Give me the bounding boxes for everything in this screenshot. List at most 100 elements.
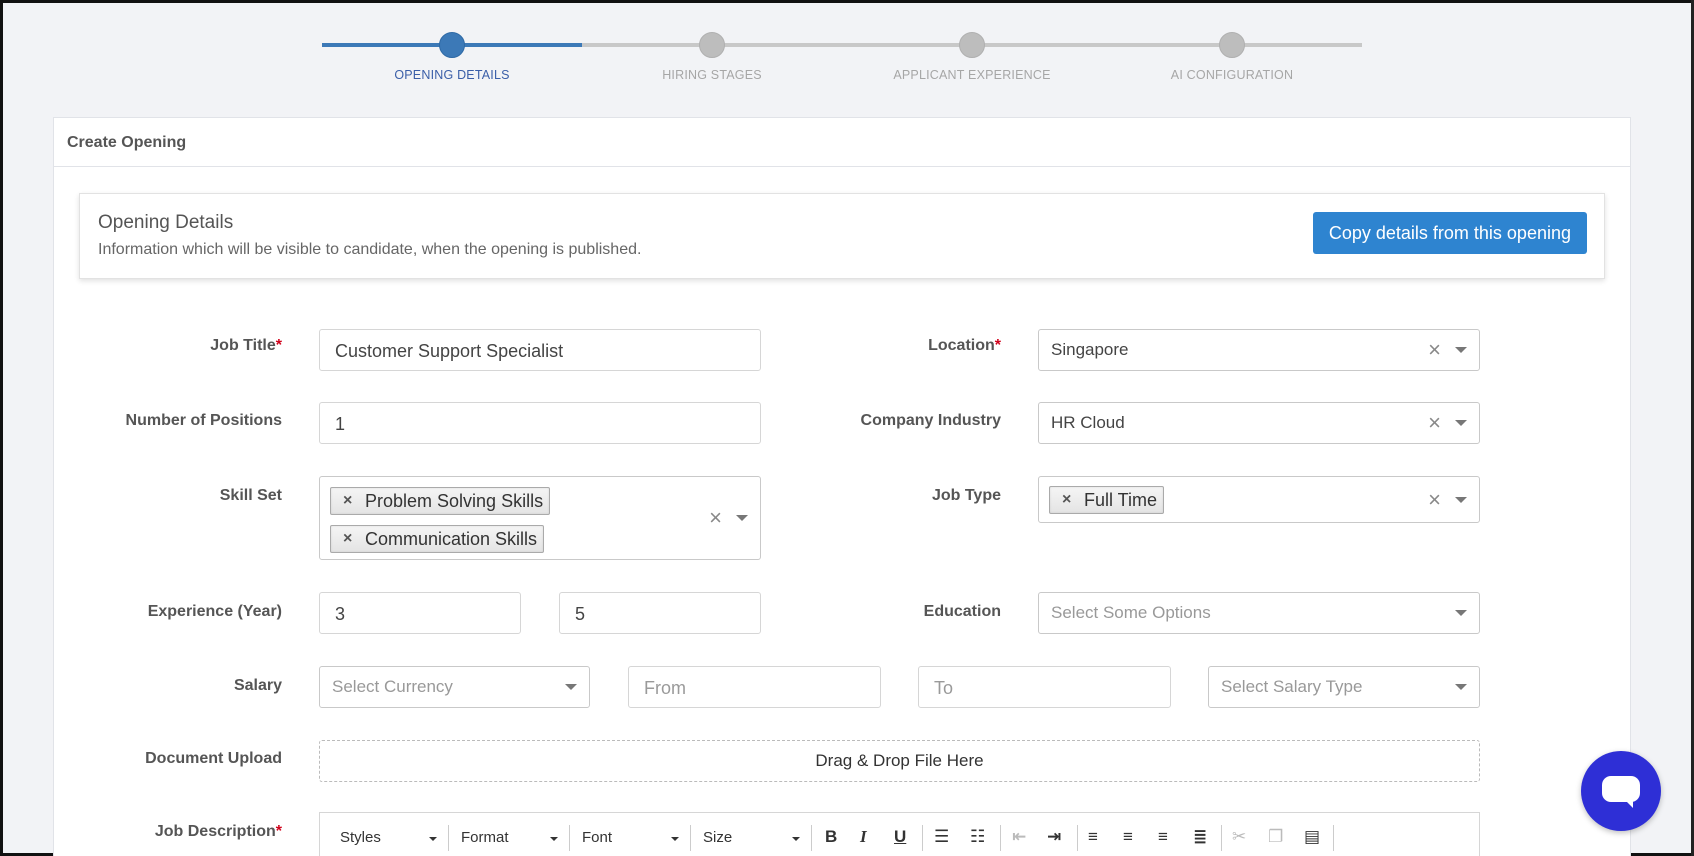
step-dot-icon <box>959 32 985 58</box>
bulleted-list-icon[interactable]: ☷ <box>970 827 985 847</box>
tag-label: Communication Skills <box>365 529 538 549</box>
salary-to-input[interactable]: To <box>918 666 1171 708</box>
location-label: Location* <box>928 337 1001 354</box>
toolbar-divider <box>1333 825 1334 851</box>
chevron-down-icon <box>550 837 558 841</box>
indent-icon[interactable]: ⇥ <box>1047 827 1061 847</box>
positions-input[interactable]: 1 <box>319 402 761 444</box>
experience-min-input[interactable]: 3 <box>319 592 521 634</box>
chevron-down-icon[interactable] <box>736 515 748 521</box>
tag-label: Problem Solving Skills <box>365 491 544 511</box>
clear-icon[interactable]: × <box>709 498 722 538</box>
step-dot-icon <box>699 32 725 58</box>
currency-select[interactable]: Select Currency <box>319 666 590 708</box>
select-value: HR Cloud <box>1051 413 1125 432</box>
step-hiring-stages[interactable]: HIRING STAGES <box>612 30 812 82</box>
salary-from-input[interactable]: From <box>628 666 881 708</box>
step-label: HIRING STAGES <box>662 68 762 82</box>
styles-dropdown[interactable]: Styles <box>340 829 381 846</box>
skill-tag[interactable]: × Problem Solving Skills <box>330 487 551 515</box>
chat-bubble-tail-icon <box>1623 798 1633 808</box>
document-dropzone[interactable]: Drag & Drop File Here <box>319 740 1480 782</box>
chevron-down-icon[interactable] <box>1455 347 1467 353</box>
cut-icon[interactable]: ✂ <box>1232 827 1246 847</box>
section-subtitle: Information which will be visible to can… <box>98 241 642 258</box>
salary-label: Salary <box>233 677 282 694</box>
chevron-down-icon[interactable] <box>1455 684 1467 690</box>
toolbar-divider <box>811 825 812 851</box>
job-type-tag[interactable]: × Full Time <box>1049 486 1165 514</box>
positions-label: Number of Positions <box>125 412 282 429</box>
align-right-icon[interactable]: ≡ <box>1158 827 1168 847</box>
chevron-down-icon <box>429 837 437 841</box>
outdent-icon[interactable]: ⇤ <box>1012 827 1026 847</box>
section-title: Opening Details <box>98 212 234 233</box>
font-dropdown[interactable]: Font <box>582 829 612 846</box>
remove-tag-icon[interactable]: × <box>1062 487 1071 513</box>
format-dropdown[interactable]: Format <box>461 829 509 846</box>
select-value: Singapore <box>1051 340 1129 359</box>
step-ai-configuration[interactable]: AI CONFIGURATION <box>1132 30 1332 82</box>
align-left-icon[interactable]: ≡ <box>1088 827 1098 847</box>
remove-tag-icon[interactable]: × <box>343 488 352 514</box>
align-center-icon[interactable]: ≡ <box>1123 827 1133 847</box>
job-description-editor[interactable]: Styles Format Font Size B I U ☰ ☷ ⇤ ⇥ ≡ … <box>319 812 1480 856</box>
job-title-input[interactable]: Customer Support Specialist <box>319 329 761 371</box>
skill-set-select[interactable]: × Problem Solving Skills × Communication… <box>319 476 761 560</box>
toolbar-divider <box>569 825 570 851</box>
toolbar-divider <box>448 825 449 851</box>
industry-label: Company Industry <box>860 412 1001 429</box>
progress-stepper: OPENING DETAILS HIRING STAGES APPLICANT … <box>322 30 1362 90</box>
chevron-down-icon[interactable] <box>565 684 577 690</box>
remove-tag-icon[interactable]: × <box>343 526 352 552</box>
chevron-down-icon <box>792 837 800 841</box>
chat-bubble-icon <box>1602 776 1640 802</box>
toolbar-divider <box>922 825 923 851</box>
step-opening-details[interactable]: OPENING DETAILS <box>352 30 552 82</box>
step-label: AI CONFIGURATION <box>1170 68 1294 82</box>
location-select[interactable]: Singapore × <box>1038 329 1480 371</box>
opening-details-box: Opening Details Information which will b… <box>79 193 1605 279</box>
italic-icon[interactable]: I <box>860 827 867 847</box>
document-upload-label: Document Upload <box>145 750 282 767</box>
chevron-down-icon[interactable] <box>1455 420 1467 426</box>
education-label: Education <box>923 603 1001 620</box>
bold-icon[interactable]: B <box>825 827 837 847</box>
copy-details-button[interactable]: Copy details from this opening <box>1312 212 1587 254</box>
clear-icon[interactable]: × <box>1428 403 1441 443</box>
salary-type-select[interactable]: Select Salary Type <box>1208 666 1480 708</box>
step-dot-icon <box>1219 32 1245 58</box>
paste-icon[interactable]: ▤ <box>1304 827 1320 847</box>
job-type-label: Job Type <box>931 487 1001 504</box>
experience-max-input[interactable]: 5 <box>559 592 761 634</box>
chat-launcher-button[interactable] <box>1581 751 1661 831</box>
industry-select[interactable]: HR Cloud × <box>1038 402 1480 444</box>
underline-icon[interactable]: U <box>894 827 906 847</box>
clear-icon[interactable]: × <box>1428 330 1441 370</box>
select-placeholder: Select Some Options <box>1051 603 1211 622</box>
chevron-down-icon[interactable] <box>1455 497 1467 503</box>
tag-label: Full Time <box>1084 490 1158 510</box>
select-placeholder: Select Currency <box>332 677 453 696</box>
clear-icon[interactable]: × <box>1428 480 1441 520</box>
chevron-down-icon[interactable] <box>1455 610 1467 616</box>
toolbar-divider <box>1077 825 1078 851</box>
education-select[interactable]: Select Some Options <box>1038 592 1480 634</box>
job-title-label: Job Title* <box>210 337 282 354</box>
job-type-select[interactable]: × Full Time × <box>1038 476 1480 523</box>
align-justify-icon[interactable]: ≣ <box>1193 827 1207 847</box>
copy-icon[interactable]: ❐ <box>1268 827 1283 847</box>
size-dropdown[interactable]: Size <box>703 829 732 846</box>
job-description-label: Job Description* <box>154 823 282 840</box>
select-placeholder: Select Salary Type <box>1221 677 1363 696</box>
experience-label: Experience (Year) <box>147 603 282 620</box>
step-applicant-experience[interactable]: APPLICANT EXPERIENCE <box>872 30 1072 82</box>
step-label: OPENING DETAILS <box>394 68 510 82</box>
skill-tag[interactable]: × Communication Skills <box>330 525 545 553</box>
toolbar-divider <box>1000 825 1001 851</box>
card-title: Create Opening <box>54 118 1630 167</box>
skill-set-label: Skill Set <box>219 487 282 504</box>
toolbar-divider <box>690 825 691 851</box>
toolbar-divider <box>1221 825 1222 851</box>
numbered-list-icon[interactable]: ☰ <box>934 827 949 847</box>
